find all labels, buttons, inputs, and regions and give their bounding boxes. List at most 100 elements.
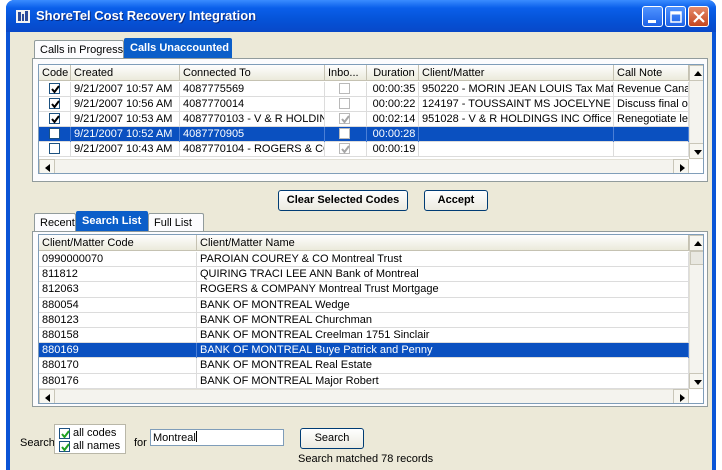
list-item[interactable]: 880170 BANK OF MONTREAL Real Estate xyxy=(39,358,689,375)
created-cell: 9/21/2007 10:57 AM xyxy=(71,82,180,97)
code-checkbox[interactable] xyxy=(49,83,60,94)
client-matter-code-cell: 811812 xyxy=(39,267,197,284)
search-button[interactable]: Search xyxy=(300,428,364,449)
scroll-left-button[interactable] xyxy=(39,159,55,173)
scroll-right-button[interactable] xyxy=(673,159,689,173)
list-item[interactable]: 880123 BANK OF MONTREAL Churchman xyxy=(39,312,689,329)
col-client-matter-code[interactable]: Client/Matter Code xyxy=(39,235,197,251)
list-item[interactable]: 811812 QUIRING TRACI LEE ANN Bank of Mont… xyxy=(39,267,689,284)
calls-table-header: Code Created Connected To Inbo... Durati… xyxy=(39,65,689,81)
all-names-label: all names xyxy=(73,440,121,452)
note-cell: Renegotiate lease xyxy=(614,112,689,127)
inbound-checkbox xyxy=(339,143,350,154)
table-row[interactable]: 9/21/2007 10:56 AM 4087770014 00:00:22 1241… xyxy=(39,97,689,112)
tab-calls-unaccounted[interactable]: Calls Unaccounted xyxy=(124,38,232,58)
code-checkbox[interactable] xyxy=(49,98,60,109)
col-duration[interactable]: Duration xyxy=(367,65,419,81)
table-row[interactable]: 9/21/2007 10:43 AM 4087770104 - ROGERS & … xyxy=(39,142,689,157)
top-tab-strip: Calls in Progress Calls Unaccounted xyxy=(34,38,274,58)
client-matter-code-cell: 812063 xyxy=(39,282,197,299)
scroll-down-button[interactable] xyxy=(689,373,703,389)
arrow-down-icon xyxy=(694,150,702,155)
calls-horizontal-scrollbar[interactable] xyxy=(39,159,689,173)
client-matter-cell: 124197 - TOUSSAINT MS JOCELYNE S... xyxy=(419,97,614,112)
scroll-thumb[interactable] xyxy=(690,251,703,265)
list-item[interactable]: 812063 ROGERS & COMPANY Montreal Trust Mo… xyxy=(39,282,689,299)
accept-button[interactable]: Accept xyxy=(424,190,488,211)
maximize-button[interactable] xyxy=(665,6,686,27)
checkmark-icon xyxy=(51,100,60,109)
tab-recent[interactable]: Recent xyxy=(34,213,76,231)
title-bar[interactable]: ShoreTel Cost Recovery Integration xyxy=(6,0,716,32)
note-cell xyxy=(614,142,689,157)
code-cell xyxy=(39,97,71,112)
created-cell: 9/21/2007 10:52 AM xyxy=(71,127,180,142)
search-horizontal-scrollbar[interactable] xyxy=(39,389,689,403)
duration-cell: 00:00:22 xyxy=(367,97,419,112)
scroll-left-button[interactable] xyxy=(39,389,55,403)
arrow-up-icon xyxy=(694,241,702,246)
inbound-checkbox xyxy=(339,98,350,109)
connected-to-cell: 4087770103 - V & R HOLDIN... xyxy=(180,112,325,127)
col-connected-to[interactable]: Connected To xyxy=(180,65,325,81)
tab-search-list[interactable]: Search List xyxy=(76,211,148,231)
list-item[interactable]: 880054 BANK OF MONTREAL Wedge xyxy=(39,297,689,314)
scroll-up-button[interactable] xyxy=(689,65,703,81)
search-input-value: Montreal xyxy=(153,432,196,444)
scroll-down-button[interactable] xyxy=(689,143,703,159)
arrow-left-icon xyxy=(45,394,50,402)
note-cell: Revenue Canada xyxy=(614,82,689,97)
client-matter-name-cell: BANK OF MONTREAL Wedge xyxy=(197,297,689,314)
clear-selected-codes-button[interactable]: Clear Selected Codes xyxy=(278,190,408,211)
close-button[interactable] xyxy=(688,6,709,27)
inbound-cell xyxy=(325,82,367,97)
client-matter-code-cell: 880170 xyxy=(39,358,197,375)
checkmark-icon xyxy=(51,85,60,94)
tab-calls-in-progress[interactable]: Calls in Progress xyxy=(34,40,124,58)
code-checkbox[interactable] xyxy=(49,143,60,154)
list-item[interactable]: 0990000070 PAROIAN COUREY & CO Montreal T… xyxy=(39,252,689,268)
scroll-right-button[interactable] xyxy=(673,389,689,403)
duration-cell: 00:00:19 xyxy=(367,142,419,157)
connected-to-cell: 4087770014 xyxy=(180,97,325,112)
code-checkbox[interactable] xyxy=(49,113,60,124)
minimize-button[interactable] xyxy=(642,6,663,27)
connected-to-cell: 4087770905 xyxy=(180,127,325,142)
list-item[interactable]: 880176 BANK OF MONTREAL Major Robert xyxy=(39,373,689,390)
search-vertical-scrollbar[interactable] xyxy=(689,235,703,389)
client-matter-code-cell: 880158 xyxy=(39,328,197,344)
minimize-icon xyxy=(648,20,656,23)
all-codes-checkbox[interactable] xyxy=(59,428,70,439)
inbound-checkbox xyxy=(339,128,350,139)
client-matter-name-cell: BANK OF MONTREAL Major Robert xyxy=(197,373,689,390)
search-label: Search xyxy=(20,437,55,449)
search-input[interactable]: Montreal xyxy=(150,429,284,446)
list-item[interactable]: 880158 BANK OF MONTREAL Creelman 1751 Sin… xyxy=(39,328,689,344)
table-row[interactable]: 9/21/2007 10:57 AM 4087775569 00:00:35 9502… xyxy=(39,82,689,97)
table-row[interactable]: 9/21/2007 10:52 AM 4087770905 00:00:28 xyxy=(39,127,689,142)
client-matter-code-cell: 880054 xyxy=(39,297,197,314)
calls-table: Code Created Connected To Inbo... Durati… xyxy=(38,64,704,174)
list-item[interactable]: 880169 BANK OF MONTREAL Buye Patrick and … xyxy=(39,343,689,360)
text-caret xyxy=(195,431,197,442)
all-names-checkbox[interactable] xyxy=(59,441,70,452)
inbound-cell xyxy=(325,112,367,127)
code-cell xyxy=(39,142,71,157)
created-cell: 9/21/2007 10:53 AM xyxy=(71,112,180,127)
col-inbound[interactable]: Inbo... xyxy=(325,65,367,81)
for-label: for xyxy=(134,437,147,449)
code-cell xyxy=(39,112,71,127)
arrow-up-icon xyxy=(694,71,702,76)
scroll-up-button[interactable] xyxy=(689,235,703,251)
table-row[interactable]: 9/21/2007 10:53 AM 4087770103 - V & R HOL… xyxy=(39,112,689,127)
note-cell xyxy=(614,127,689,142)
calls-vertical-scrollbar[interactable] xyxy=(689,65,703,159)
col-client-matter[interactable]: Client/Matter xyxy=(419,65,614,81)
code-checkbox[interactable] xyxy=(49,128,60,139)
inbound-checkbox xyxy=(339,83,350,94)
col-call-note[interactable]: Call Note xyxy=(614,65,689,81)
col-code[interactable]: Code xyxy=(39,65,71,81)
col-created[interactable]: Created xyxy=(71,65,180,81)
tab-full-list[interactable]: Full List xyxy=(148,213,204,231)
col-client-matter-name[interactable]: Client/Matter Name xyxy=(197,235,689,251)
